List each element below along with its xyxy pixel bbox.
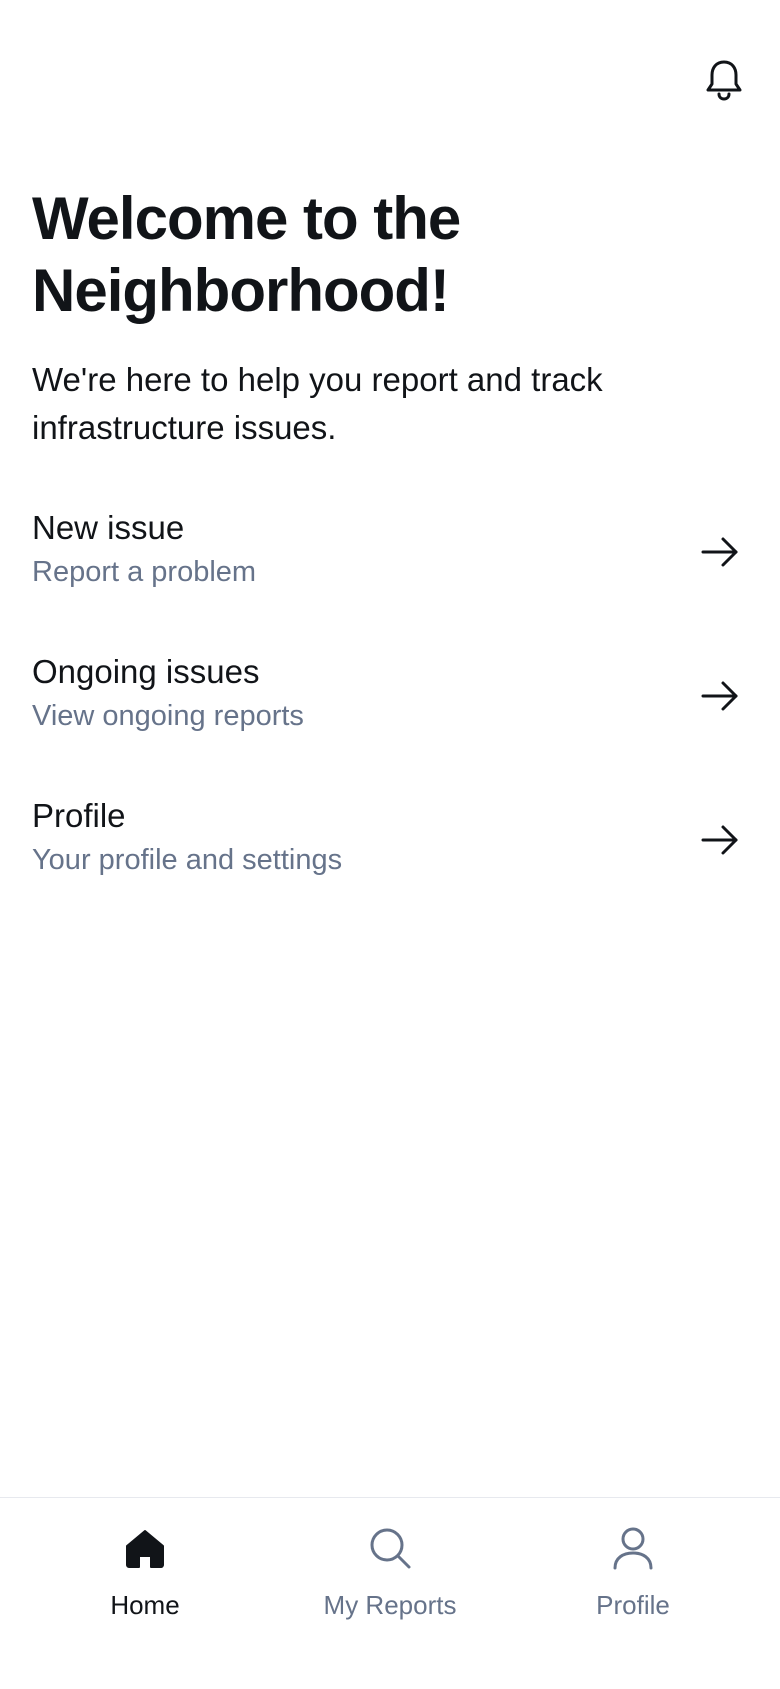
menu-item-new-issue[interactable]: New issue Report a problem [0,506,780,626]
arrow-right-icon [701,681,738,711]
bottom-navigation: Home My Reports Profile [0,1497,780,1689]
tab-my-reports[interactable]: My Reports [270,1498,510,1648]
arrow-right-icon [701,537,738,567]
menu-item-ongoing-issues[interactable]: Ongoing issues View ongoing reports [0,650,780,770]
menu-item-subtitle: Your profile and settings [32,844,343,876]
home-icon [126,1530,164,1568]
menu-item-profile[interactable]: Profile Your profile and settings [0,794,780,914]
tab-label: Home [110,1590,180,1620]
tab-label: Profile [596,1590,670,1620]
arrow-right-icon [701,825,738,855]
bell-icon [706,60,742,101]
tab-home[interactable]: Home [25,1498,265,1648]
tab-profile[interactable]: Profile [513,1498,753,1648]
menu-item-title: Profile [32,797,126,834]
search-icon [370,1528,411,1569]
page-title: Welcome to the Neighborhood! [32,185,461,324]
page-subtitle: We're here to help you report and track … [32,361,603,446]
tab-label: My Reports [323,1590,457,1620]
notifications-button[interactable] [700,56,748,104]
user-icon [613,1527,653,1570]
menu-item-subtitle: View ongoing reports [32,700,304,732]
menu-item-title: New issue [32,509,185,546]
menu-item-title: Ongoing issues [32,653,260,690]
menu-item-subtitle: Report a problem [32,556,257,588]
